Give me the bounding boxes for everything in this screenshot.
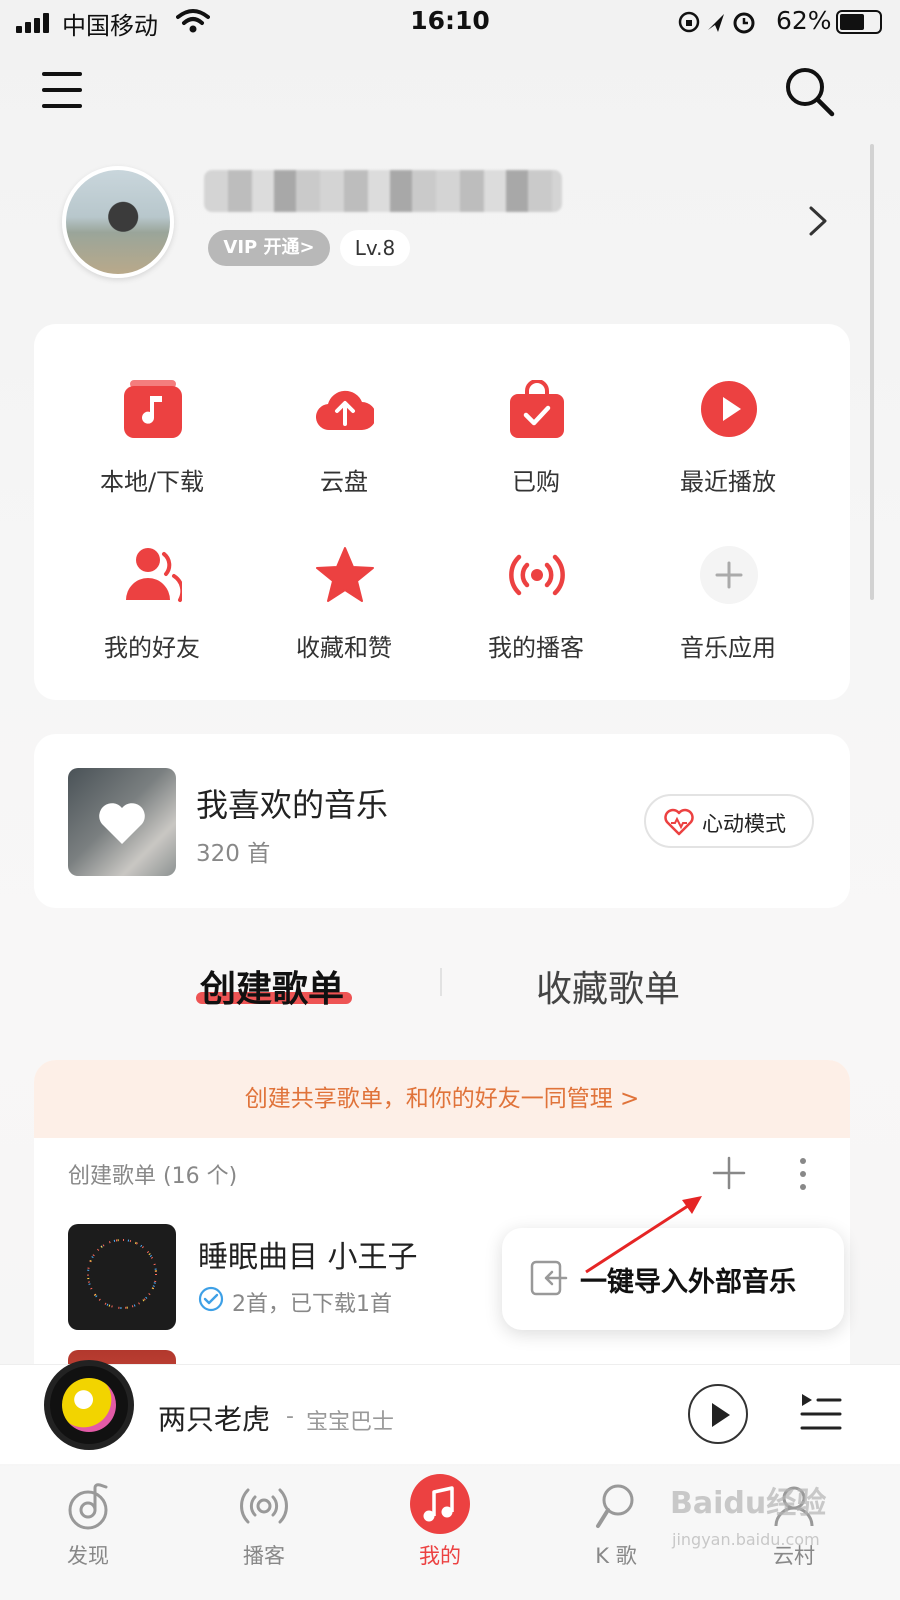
heartbeat-mode-button[interactable]: 心动模式 (644, 794, 814, 848)
battery-icon (836, 10, 882, 34)
nav-item-podcast[interactable]: 播客 (204, 1474, 324, 1594)
status-icons (678, 11, 755, 34)
grid-item-purchased[interactable]: 已购 (436, 380, 636, 510)
playlist-meta: 2首，已下载1首 (232, 1292, 392, 1317)
podcast-icon (240, 1488, 288, 1524)
star-icon (316, 547, 374, 602)
liked-music-card[interactable]: 我喜欢的音乐 320 首 心动模式 (34, 734, 850, 908)
nav-item-karaoke[interactable]: K 歌 (556, 1474, 676, 1594)
tab-collected-playlists[interactable]: 收藏歌单 (536, 960, 680, 1012)
grid-label: 最近播放 (680, 468, 776, 496)
scrollbar[interactable] (870, 144, 874, 600)
tab-divider (440, 968, 442, 996)
avatar[interactable] (62, 166, 174, 278)
grid-item-cloud[interactable]: 云盘 (244, 380, 444, 510)
shopping-bag-icon (510, 380, 564, 438)
tab-created-playlists[interactable]: 创建歌单 (200, 960, 344, 1012)
grid-item-recent[interactable]: 最近播放 (628, 380, 828, 510)
more-options-icon[interactable] (798, 1156, 808, 1192)
playlist-cover[interactable] (68, 1224, 176, 1330)
downloaded-check-icon (198, 1286, 224, 1312)
playlist-queue-icon[interactable] (800, 1390, 842, 1434)
podcast-icon (509, 554, 565, 596)
chevron-right-icon[interactable] (806, 204, 830, 238)
grid-item-favorites[interactable]: 收藏和赞 (244, 546, 444, 676)
add-icon (700, 546, 758, 604)
grid-item-podcast[interactable]: 我的播客 (436, 546, 636, 676)
heart-icon (99, 803, 145, 844)
music-note-icon (124, 380, 182, 438)
watermark-url: jingyan.baidu.com (672, 1530, 820, 1549)
cloud-upload-icon (316, 390, 374, 431)
annotation-arrow (585, 1196, 702, 1274)
quick-access-grid: 本地/下载 云盘 已购 最近播放 我的好友 收藏和赞 我的播客 音乐应用 (34, 324, 850, 700)
grid-label: 音乐应用 (680, 634, 776, 662)
liked-music-title: 我喜欢的音乐 (196, 786, 389, 824)
grid-label: 我的好友 (104, 634, 200, 662)
play-icon (712, 1403, 730, 1427)
nav-item-mine[interactable]: 我的 (380, 1474, 500, 1594)
status-time: 16:10 (410, 6, 490, 35)
now-playing-separator: - (286, 1404, 294, 1429)
grid-item-local[interactable]: 本地/下载 (52, 380, 252, 510)
heartbeat-label: 心动模式 (702, 812, 786, 836)
mini-player[interactable] (0, 1364, 900, 1464)
status-bar: 中国移动 16:10 62% (0, 0, 900, 46)
level-badge: Lv.8 (340, 230, 410, 266)
nav-item-discover[interactable]: 发现 (28, 1474, 148, 1594)
grid-label: 收藏和赞 (296, 634, 392, 662)
import-icon (530, 1260, 568, 1296)
grid-label: 我的播客 (488, 634, 584, 662)
liked-music-cover (68, 768, 176, 876)
battery-percent: 62% (776, 6, 832, 35)
menu-icon[interactable] (42, 72, 82, 108)
now-playing-title[interactable]: 两只老虎 (158, 1398, 270, 1438)
grid-item-music-apps[interactable]: 音乐应用 (628, 546, 828, 676)
grid-label: 本地/下载 (99, 468, 205, 496)
now-playing-cover[interactable] (44, 1360, 134, 1450)
nav-label: K 歌 (595, 1544, 637, 1568)
grid-label: 云盘 (320, 468, 368, 496)
watermark-text: Baidu经验 (670, 1486, 827, 1521)
playlist-section-header: 创建歌单 (16 个) (68, 1164, 238, 1189)
vip-badge[interactable]: VIP 开通> (208, 230, 330, 266)
friends-icon (126, 548, 182, 602)
username-blurred[interactable] (204, 170, 562, 212)
grid-label: 已购 (512, 468, 560, 496)
search-icon[interactable] (782, 64, 836, 118)
nav-label: 发现 (67, 1544, 109, 1568)
dots-circle-art (87, 1239, 157, 1309)
heartbeat-icon (664, 808, 694, 836)
play-circle-icon (701, 381, 757, 437)
playlist-title[interactable]: 睡眠曲目 小王子 (198, 1232, 418, 1276)
microphone-icon (596, 1484, 634, 1528)
grid-item-friends[interactable]: 我的好友 (52, 546, 252, 676)
music-note-icon (423, 1486, 454, 1522)
now-playing-artist: 宝宝巴士 (306, 1410, 395, 1435)
discover-icon (68, 1483, 108, 1530)
add-playlist-icon[interactable] (712, 1156, 746, 1190)
nav-label: 播客 (243, 1544, 285, 1568)
play-button[interactable] (688, 1384, 748, 1444)
shared-playlist-banner[interactable]: 创建共享歌单，和你的好友一同管理 > (34, 1060, 850, 1138)
nav-label: 我的 (419, 1544, 461, 1568)
liked-music-count: 320 首 (196, 841, 271, 867)
